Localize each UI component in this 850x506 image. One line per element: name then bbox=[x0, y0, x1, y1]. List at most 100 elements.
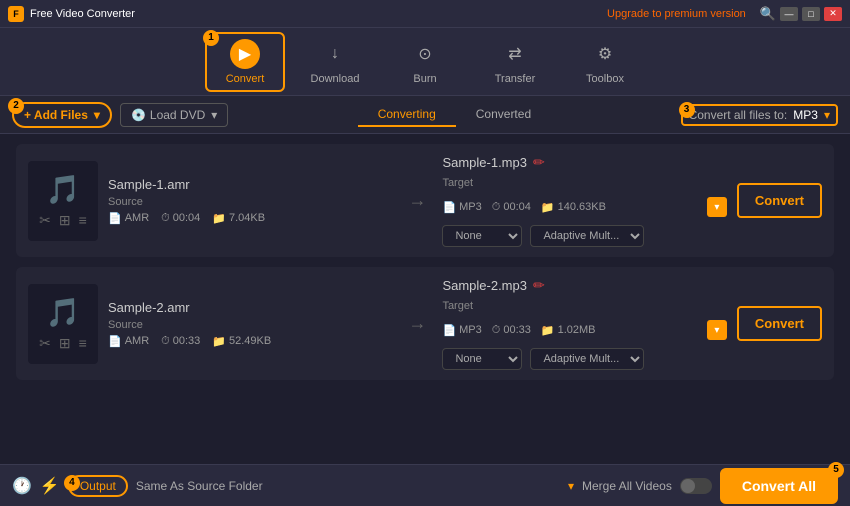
target-format-dropdown[interactable]: ▾ bbox=[707, 197, 727, 217]
clock-icon[interactable]: 🕐 bbox=[12, 476, 32, 496]
target-filename: Sample-2.mp3 bbox=[442, 278, 527, 293]
file-source-info: Sample-2.amr Source 📄 AMR ⏱ 00:33 📁 52.4… bbox=[108, 300, 392, 348]
source-duration-value: 00:33 bbox=[173, 335, 201, 347]
load-dvd-button[interactable]: 💿 Load DVD ▾ bbox=[120, 103, 228, 127]
music-note-icon: 🎵 bbox=[46, 173, 81, 206]
crop-icon[interactable]: ⊞ bbox=[59, 212, 71, 229]
lightning-icon[interactable]: ⚡ bbox=[40, 476, 60, 496]
target-format-value: MP3 bbox=[459, 201, 482, 213]
maximize-button[interactable]: □ bbox=[802, 7, 820, 21]
file-thumbnail: 🎵 ✂ ⊞ ≡ bbox=[28, 161, 98, 241]
load-dvd-dropdown-icon: ▾ bbox=[211, 108, 217, 122]
sub-toolbar: 2 + Add Files ▾ 💿 Load DVD ▾ Converting … bbox=[0, 96, 850, 134]
settings-icon[interactable]: ≡ bbox=[79, 335, 87, 352]
tab-converted[interactable]: Converted bbox=[456, 103, 551, 127]
format-icon: 📄 bbox=[442, 201, 456, 214]
convert-all-format-wrapper: 3 Convert all files to: MP3 ▾ bbox=[681, 104, 838, 126]
merge-toggle[interactable] bbox=[680, 478, 712, 494]
transfer-tab[interactable]: ⇄ Transfer bbox=[475, 32, 555, 92]
clock-icon: ⏱ bbox=[161, 335, 170, 348]
crop-icon[interactable]: ⊞ bbox=[59, 335, 71, 352]
add-files-label: + Add Files bbox=[24, 108, 88, 122]
effect-left-select[interactable]: None bbox=[442, 348, 522, 370]
cut-icon[interactable]: ✂ bbox=[39, 335, 51, 352]
arrow-icon: → bbox=[402, 313, 432, 334]
target-meta: 📄 MP3 ⏱ 00:04 📁 140.63KB bbox=[442, 201, 698, 214]
file-row: 🎵 ✂ ⊞ ≡ Sample-2.amr Source 📄 AMR ⏱ bbox=[16, 267, 834, 380]
source-duration: ⏱ 00:33 bbox=[161, 335, 200, 348]
convert-label: Convert bbox=[226, 73, 265, 85]
title-bar-right: Upgrade to premium version 🔍 — □ ✕ bbox=[607, 6, 842, 22]
format-dropdown-icon[interactable]: ▾ bbox=[824, 108, 830, 122]
target-name-row: Sample-1.mp3 ✏ bbox=[442, 154, 726, 171]
toolbox-tab[interactable]: ⚙ Toolbox bbox=[565, 32, 645, 92]
source-meta: 📄 AMR ⏱ 00:04 📁 7.04KB bbox=[108, 212, 392, 225]
target-meta-row: Target bbox=[442, 177, 726, 193]
add-files-wrapper: 2 + Add Files ▾ bbox=[12, 102, 112, 128]
badge-1: 1 bbox=[203, 30, 219, 46]
download-tab[interactable]: ↓ Download bbox=[295, 32, 375, 92]
file-target-info: Sample-1.mp3 ✏ Target 📄 MP3 ⏱ 00:04 bbox=[442, 154, 726, 247]
output-label-wrapper: 4 Output bbox=[68, 479, 128, 493]
close-button[interactable]: ✕ bbox=[824, 7, 842, 21]
cut-icon[interactable]: ✂ bbox=[39, 212, 51, 229]
arrow-icon: → bbox=[402, 190, 432, 211]
target-meta: 📄 MP3 ⏱ 00:33 📁 1.02MB bbox=[442, 324, 698, 337]
format-icon: 📄 bbox=[108, 212, 122, 225]
size-icon: 📁 bbox=[541, 324, 555, 337]
convert-tab[interactable]: 1 ▶ Convert bbox=[205, 32, 285, 92]
effect-right-select[interactable]: Adaptive Mult... bbox=[530, 225, 644, 247]
size-icon: 📁 bbox=[212, 212, 226, 225]
effect-right-select[interactable]: Adaptive Mult... bbox=[530, 348, 644, 370]
clock-icon: ⏱ bbox=[492, 324, 501, 337]
target-duration-value: 00:04 bbox=[503, 201, 531, 213]
source-size-value: 52.49KB bbox=[229, 335, 271, 347]
load-dvd-icon: 💿 bbox=[131, 108, 146, 122]
convert-all-label: Convert all files to: bbox=[689, 108, 788, 122]
toolbox-icon: ⚙ bbox=[590, 39, 620, 69]
search-icon[interactable]: 🔍 bbox=[760, 6, 776, 22]
file-actions: ✂ ⊞ ≡ bbox=[39, 335, 87, 352]
tab-converting[interactable]: Converting bbox=[358, 103, 456, 127]
source-format: 📄 AMR bbox=[108, 335, 149, 348]
burn-tab[interactable]: ⊙ Burn bbox=[385, 32, 465, 92]
target-name-row: Sample-2.mp3 ✏ bbox=[442, 277, 726, 294]
target-meta-row: Target bbox=[442, 300, 726, 316]
add-files-button[interactable]: + Add Files ▾ bbox=[12, 102, 112, 128]
target-format: 📄 MP3 bbox=[442, 201, 481, 214]
target-duration: ⏱ 00:33 bbox=[492, 324, 531, 337]
badge-5: 5 bbox=[828, 462, 844, 478]
convert-button[interactable]: Convert bbox=[737, 306, 822, 341]
app-name: Free Video Converter bbox=[30, 8, 135, 20]
effect-left-select[interactable]: None bbox=[442, 225, 522, 247]
convert-button[interactable]: Convert bbox=[737, 183, 822, 218]
edit-icon[interactable]: ✏ bbox=[533, 277, 545, 294]
upgrade-link[interactable]: Upgrade to premium version bbox=[607, 8, 746, 20]
target-duration: ⏱ 00:04 bbox=[492, 201, 531, 214]
target-format-value: MP3 bbox=[459, 324, 482, 336]
target-format: 📄 MP3 bbox=[442, 324, 481, 337]
download-label: Download bbox=[311, 73, 360, 85]
source-filename: Sample-1.amr bbox=[108, 177, 392, 192]
effect-row: None Adaptive Mult... bbox=[442, 225, 726, 247]
file-list: 🎵 ✂ ⊞ ≡ Sample-1.amr Source 📄 AMR ⏱ bbox=[0, 134, 850, 464]
settings-icon[interactable]: ≡ bbox=[79, 212, 87, 229]
load-dvd-label: Load DVD bbox=[150, 108, 205, 122]
minimize-button[interactable]: — bbox=[780, 7, 798, 21]
add-files-dropdown-icon[interactable]: ▾ bbox=[94, 108, 100, 122]
output-dropdown-icon[interactable]: ▾ bbox=[568, 479, 574, 493]
transfer-label: Transfer bbox=[495, 73, 536, 85]
target-format-dropdown[interactable]: ▾ bbox=[707, 320, 727, 340]
source-size: 📁 7.04KB bbox=[212, 212, 265, 225]
target-size: 📁 140.63KB bbox=[541, 201, 606, 214]
source-duration-value: 00:04 bbox=[173, 212, 201, 224]
title-bar-left: F Free Video Converter bbox=[8, 6, 135, 22]
edit-icon[interactable]: ✏ bbox=[533, 154, 545, 171]
convert-all-btn-label: Convert All bbox=[742, 478, 816, 494]
target-size: 📁 1.02MB bbox=[541, 324, 596, 337]
target-label: Target bbox=[442, 300, 473, 312]
target-filename: Sample-1.mp3 bbox=[442, 155, 527, 170]
convert-all-button[interactable]: Convert All bbox=[720, 468, 838, 504]
burn-icon: ⊙ bbox=[410, 39, 440, 69]
target-size-value: 140.63KB bbox=[558, 201, 606, 213]
